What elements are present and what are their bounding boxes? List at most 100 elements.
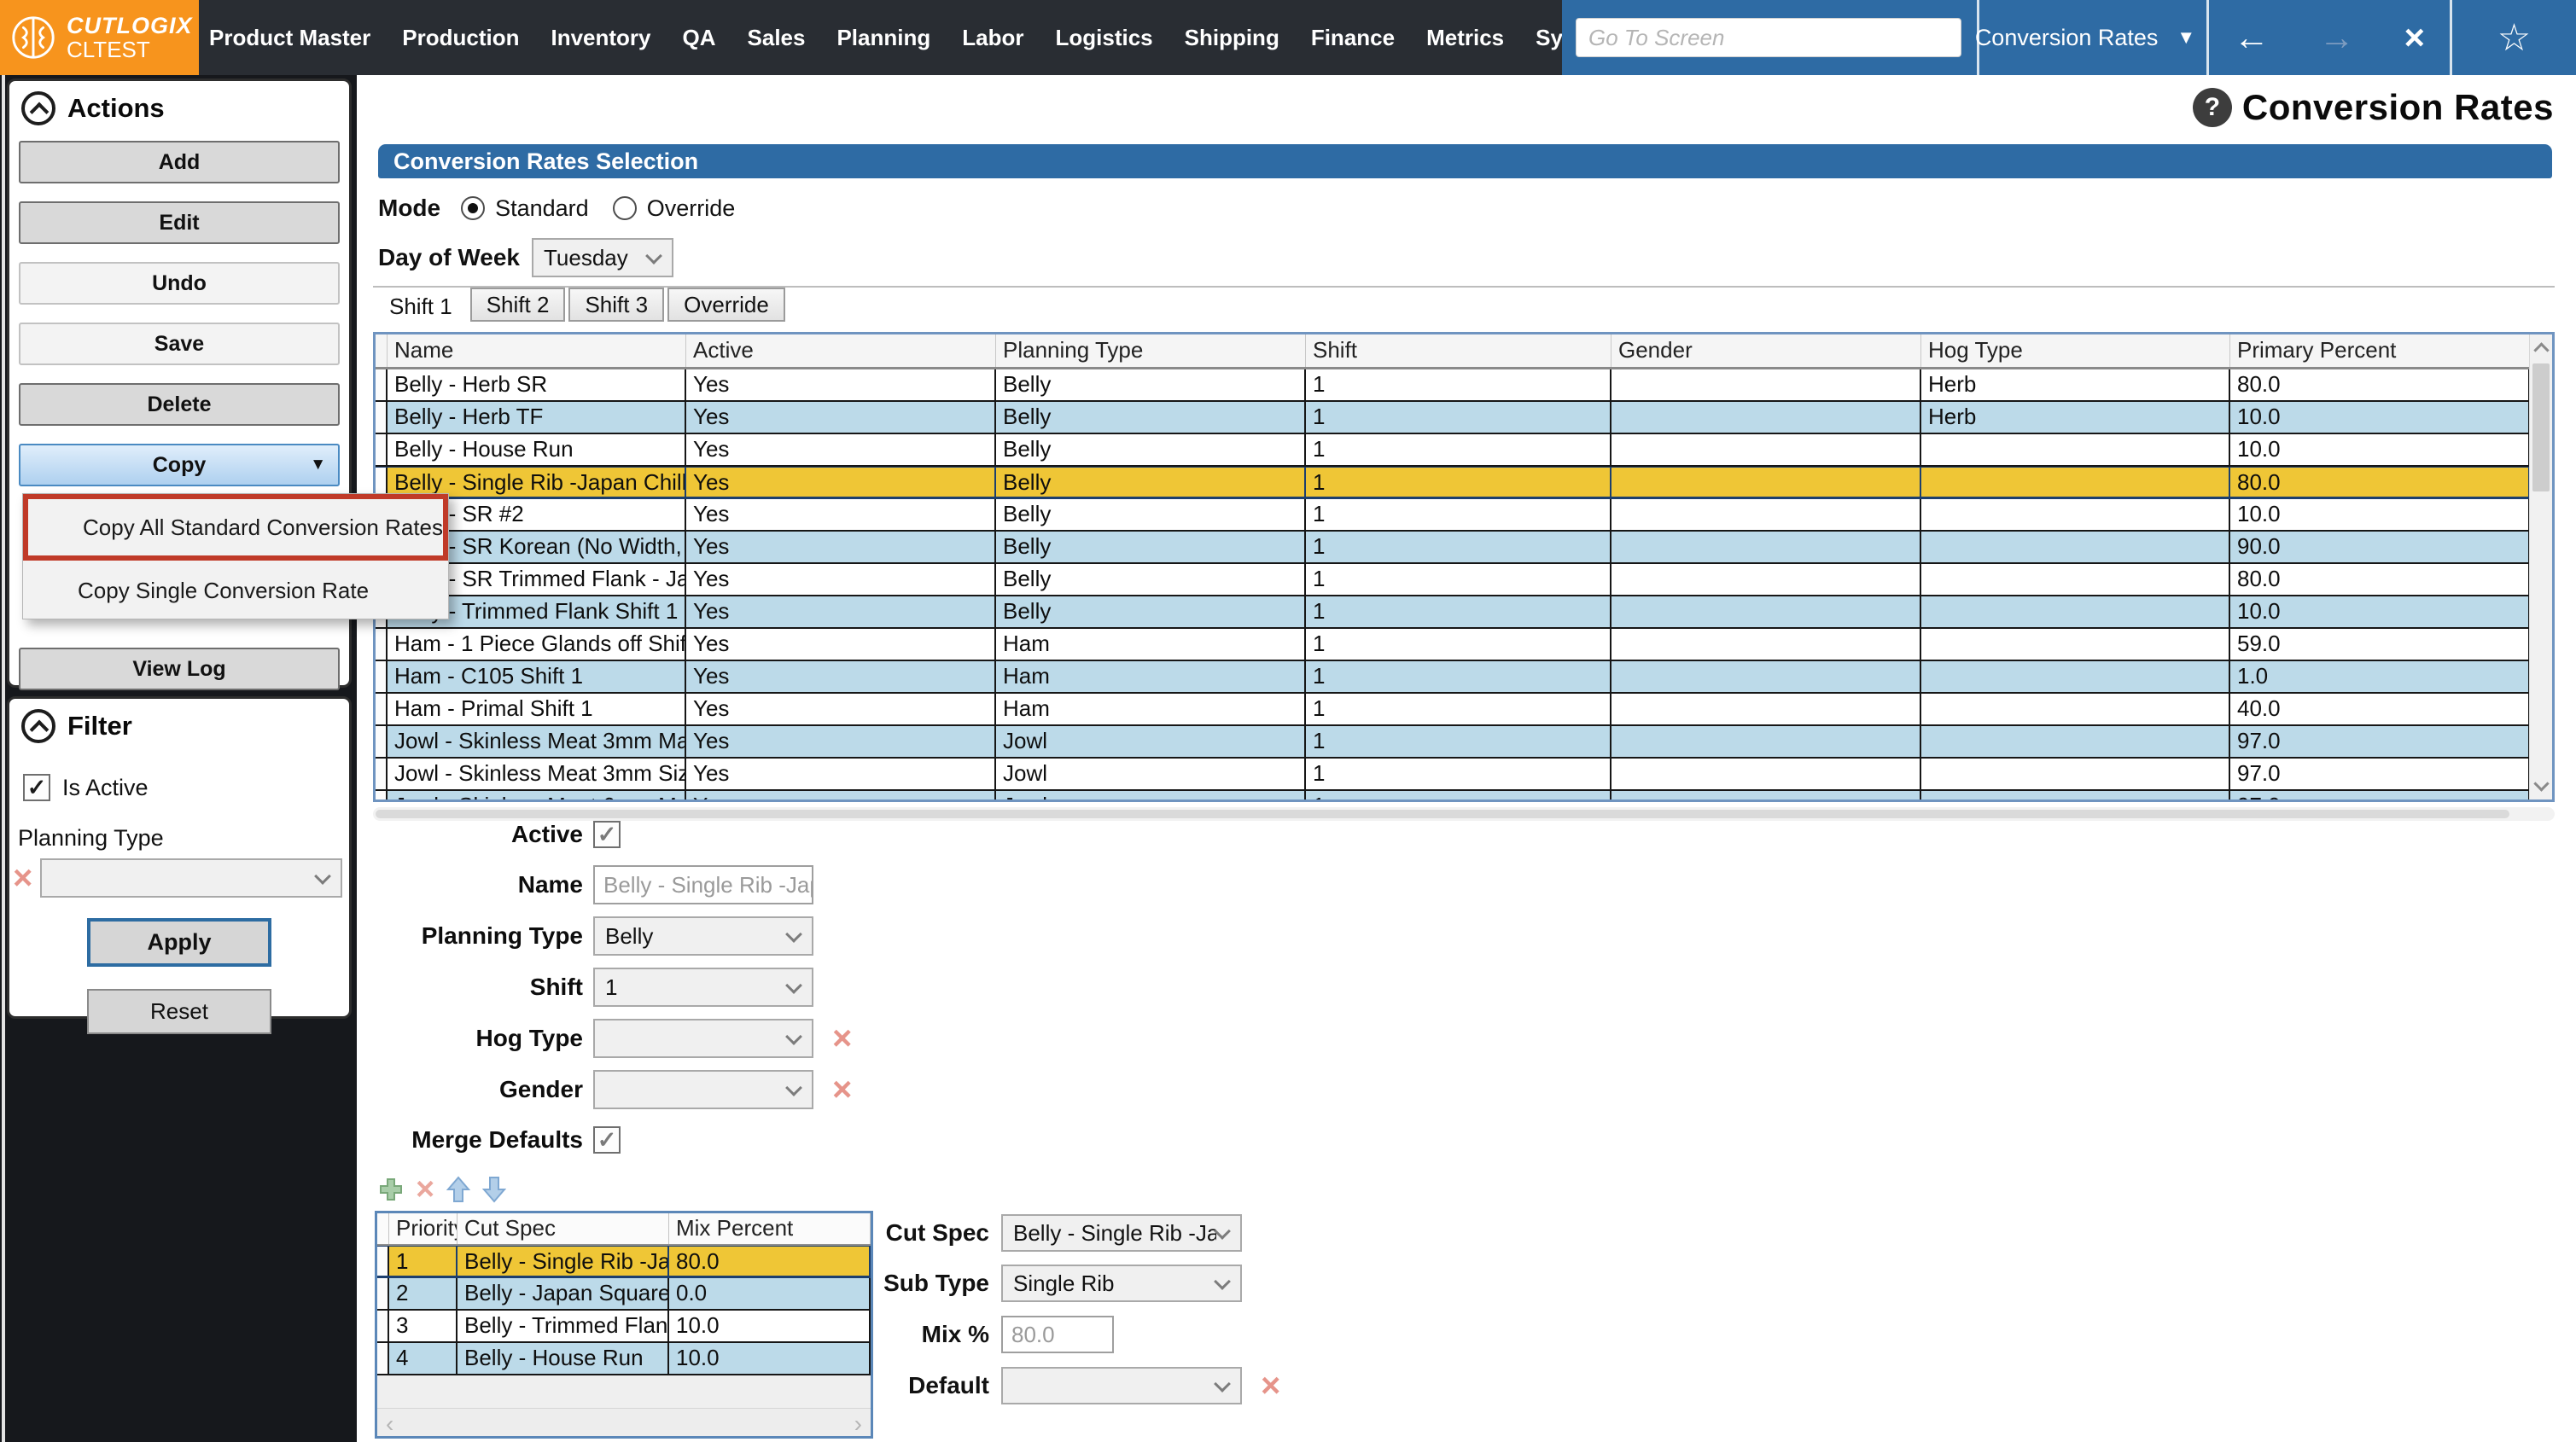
active-checkbox[interactable]: ✓ xyxy=(593,821,621,848)
grid-column-header[interactable]: Shift xyxy=(1306,334,1611,367)
go-to-screen-input[interactable] xyxy=(1576,18,1961,57)
is-active-checkbox[interactable]: ✓ xyxy=(23,774,50,801)
default-select[interactable] xyxy=(1001,1367,1242,1404)
table-row[interactable]: Ham - C105 Shift 1 Yes Ham 1 1.0 xyxy=(376,661,2530,694)
view-log-button[interactable]: View Log xyxy=(19,648,340,690)
hog-type-select[interactable] xyxy=(593,1019,813,1058)
menu-item[interactable]: Finance xyxy=(1311,25,1395,51)
forward-arrow-icon[interactable]: → xyxy=(2319,17,2355,58)
menu-item[interactable]: Copy Single Conversion Rate xyxy=(23,562,448,619)
cut-spec-select[interactable]: Belly - Single Rib -Japa xyxy=(1001,1214,1242,1252)
chevron-down-icon xyxy=(1214,1375,1231,1393)
grid-column-header[interactable]: Hog Type xyxy=(1921,334,2230,367)
table-row[interactable]: Ham - 1 Piece Glands off Shift 1 Yes Ham… xyxy=(376,629,2530,661)
scrollbar-thumb[interactable] xyxy=(2532,363,2550,491)
clear-default-icon[interactable]: × xyxy=(1257,1369,1284,1403)
grid-column-header[interactable]: Name xyxy=(388,334,686,367)
mix-percent-input[interactable]: 80.0 xyxy=(1001,1316,1114,1353)
clear-hog-type-icon[interactable]: × xyxy=(829,1021,855,1055)
table-row[interactable]: Belly - Trimmed Flank Shift 1 Yes Belly … xyxy=(376,596,2530,629)
collapse-chevron-icon[interactable] xyxy=(21,709,55,743)
move-down-icon[interactable] xyxy=(482,1176,507,1203)
add-row-icon[interactable] xyxy=(378,1177,404,1202)
hog-type-label: Hog Type xyxy=(475,1025,583,1051)
sub-type-select[interactable]: Single Rib xyxy=(1001,1265,1242,1302)
action-button[interactable]: Delete xyxy=(19,383,340,426)
table-row[interactable]: Jowl - Skinless Meat 3mm Max Sl Yes Jowl… xyxy=(376,726,2530,759)
mode-radio-option[interactable]: Standard xyxy=(461,195,589,222)
favorite-star-icon[interactable]: ☆ xyxy=(2497,16,2531,60)
table-row[interactable]: Belly - Single Rib -Japan Chilled S Yes … xyxy=(376,467,2530,499)
grid-column-header[interactable]: Gender xyxy=(1611,334,1921,367)
day-of-week-select[interactable]: Tuesday xyxy=(532,238,673,277)
menu-item[interactable]: Inventory xyxy=(551,25,650,51)
action-button[interactable]: Edit xyxy=(19,201,340,244)
menu-item[interactable]: Logistics xyxy=(1055,25,1152,51)
table-row[interactable]: Belly - SR #2 Yes Belly 1 10.0 xyxy=(376,499,2530,532)
tab[interactable]: Shift 1 xyxy=(375,288,467,325)
tab[interactable]: Shift 2 xyxy=(469,288,566,322)
mix-column-header[interactable]: Priority xyxy=(389,1213,458,1244)
menu-item[interactable]: Labor xyxy=(962,25,1023,51)
menu-item[interactable]: Sales xyxy=(748,25,806,51)
back-arrow-icon[interactable]: ← xyxy=(2234,17,2270,58)
merge-defaults-checkbox[interactable]: ✓ xyxy=(593,1126,621,1154)
planning-type-filter-select[interactable] xyxy=(40,858,343,898)
grid-column-header[interactable]: Primary Percent xyxy=(2230,334,2530,367)
table-row[interactable]: Belly - SR Trimmed Flank - Japan Yes Bel… xyxy=(376,564,2530,596)
delete-row-icon[interactable]: × xyxy=(416,1173,434,1206)
scroll-up-icon[interactable] xyxy=(2533,342,2550,358)
clear-gender-icon[interactable]: × xyxy=(829,1073,855,1107)
action-button[interactable]: Add xyxy=(19,141,340,183)
planning-type-select[interactable]: Belly xyxy=(593,916,813,956)
cell-active: Yes xyxy=(686,661,996,692)
tab[interactable]: Shift 3 xyxy=(568,288,665,322)
mix-horizontal-scrollbar[interactable]: ‹ › xyxy=(377,1408,871,1438)
table-row[interactable]: Belly - SR Korean (No Width, All B Yes B… xyxy=(376,532,2530,564)
table-row[interactable]: Belly - Herb SR Yes Belly 1 Herb 80.0 xyxy=(376,369,2530,402)
action-button[interactable]: Undo xyxy=(19,262,340,305)
move-up-icon[interactable] xyxy=(446,1176,471,1203)
screen-dropdown[interactable]: Conversion Rates ▼ xyxy=(1975,25,2195,51)
menu-item[interactable]: Copy All Standard Conversion Rates xyxy=(23,494,448,561)
gender-select[interactable] xyxy=(593,1070,813,1109)
copy-button[interactable]: Copy ▼ xyxy=(19,444,340,486)
apply-button[interactable]: Apply xyxy=(87,918,271,967)
collapse-chevron-icon[interactable] xyxy=(21,91,55,125)
menu-item[interactable]: Shipping xyxy=(1185,25,1279,51)
table-row[interactable]: Belly - House Run Yes Belly 1 10.0 xyxy=(376,434,2530,467)
menu-item[interactable]: QA xyxy=(683,25,716,51)
default-field-row: Default × xyxy=(793,1367,1284,1404)
active-label: Active xyxy=(510,821,583,847)
clear-filter-icon[interactable]: × xyxy=(9,861,36,895)
help-icon[interactable]: ? xyxy=(2192,88,2232,127)
active-field-row: Active ✓ xyxy=(378,821,621,848)
mix-column-header[interactable]: Cut Spec xyxy=(458,1213,669,1244)
grid-column-header[interactable]: Planning Type xyxy=(996,334,1306,367)
grid-column-header[interactable]: Active xyxy=(686,334,996,367)
grid-vertical-scrollbar[interactable] xyxy=(2529,334,2552,799)
mode-radio-option[interactable]: Override xyxy=(612,195,735,222)
grid-horizontal-scrollbar[interactable] xyxy=(373,807,2555,821)
shift-select[interactable]: 1 xyxy=(593,968,813,1007)
table-row[interactable]: Belly - Herb TF Yes Belly 1 Herb 10.0 xyxy=(376,402,2530,434)
page-title-block: ? Conversion Rates xyxy=(2192,87,2554,128)
scrollbar-thumb[interactable] xyxy=(376,810,2509,818)
scroll-down-icon[interactable] xyxy=(2533,776,2550,792)
day-of-week-label: Day of Week xyxy=(378,244,520,270)
reset-button[interactable]: Reset xyxy=(87,989,271,1034)
action-button[interactable]: Save xyxy=(19,323,340,365)
close-icon[interactable]: × xyxy=(2404,17,2426,58)
table-row[interactable]: Jowl - Skinless Meat 3mm Sized S Yes Jow… xyxy=(376,759,2530,791)
tab[interactable]: Override xyxy=(667,288,785,322)
table-row[interactable]: Jowl - Skinless Meat 6mm Max Sl Yes Jowl… xyxy=(376,791,2530,799)
scroll-left-icon[interactable]: ‹ xyxy=(386,1410,393,1438)
menu-item[interactable]: Metrics xyxy=(1426,25,1504,51)
menu-item[interactable]: Product Master xyxy=(209,25,370,51)
scroll-right-icon[interactable]: › xyxy=(854,1410,862,1438)
menu-item[interactable]: Planning xyxy=(836,25,930,51)
table-row[interactable]: Ham - Primal Shift 1 Yes Ham 1 40.0 xyxy=(376,694,2530,726)
name-input[interactable]: Belly - Single Rib -Japan xyxy=(593,865,813,904)
cell-hog-type xyxy=(1921,791,2230,799)
menu-item[interactable]: Production xyxy=(402,25,519,51)
